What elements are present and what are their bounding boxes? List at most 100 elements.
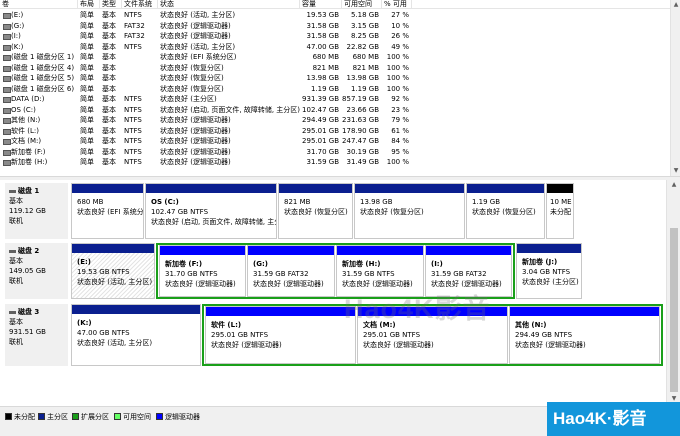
cell-status: 状态良好 (恢复分区) [160, 63, 224, 72]
table-row[interactable]: (I:) 简单 基本 FAT32 状态良好 (逻辑驱动器) 31.58 GB 8.25 GB… [0, 31, 670, 42]
unallocated-bar [547, 184, 573, 193]
partition-status: 状态良好 (恢复分区) [284, 208, 348, 216]
cell-capacity: 931.39 GB [302, 95, 339, 103]
col-header-filesystem[interactable]: 文件系统 [122, 0, 158, 9]
legend-swatch [114, 413, 121, 420]
col-header-volume[interactable]: 卷 [0, 0, 78, 9]
table-row[interactable] [0, 168, 670, 177]
partition-j[interactable]: 新加卷 (J:) 3.04 GB NTFS 状态良好 (主分区) [516, 243, 582, 299]
cell-pct: 100 % [386, 63, 409, 72]
partition-recovery-4[interactable]: 821 MB 状态良好 (恢复分区) [278, 183, 353, 239]
table-row[interactable]: 文档 (M:) 简单 基本 NTFS 状态良好 (逻辑驱动器) 295.01 GB 247.… [0, 136, 670, 147]
cell-pct: 26 % [391, 32, 409, 40]
partition-c[interactable]: OS (C:) 102.47 GB NTFS 状态良好 (启动, 页面文件, 故障转… [145, 183, 277, 239]
disk-view-scrollbar[interactable]: ▲ ▼ [666, 180, 680, 406]
table-row[interactable]: 新加卷 (H:) 简单 基本 NTFS 状态良好 (逻辑驱动器) 31.59 GB 31.4… [0, 157, 670, 168]
partition-k[interactable]: (K:) 47.00 GB NTFS 状态良好 (活动, 主分区) [71, 304, 201, 366]
partition-status: 状态良好 (逻辑驱动器) [211, 341, 282, 349]
cell-status: 状态良好 (逻辑驱动器) [160, 116, 231, 124]
cell-vol: (磁盘 1 磁盘分区 5) [0, 73, 78, 84]
partition-l[interactable]: 软件 (L:) 295.01 GB NTFS 状态良好 (逻辑驱动器) [205, 306, 356, 364]
cell-pct: 100 % [386, 84, 409, 93]
cell-layout: 简单 [80, 95, 94, 103]
cell-free: 5.18 GB [350, 11, 379, 19]
disk-3-type: 基本 [9, 318, 23, 326]
disk-graphical-view: 磁盘 1 基本 119.12 GB 联机 680 MB 状态良好 (EFI 系统分… [0, 180, 666, 406]
table-row[interactable]: (K:) 简单 基本 NTFS 状态良好 (活动, 主分区) 47.00 GB 22.82 … [0, 42, 670, 53]
partition-f[interactable]: 新加卷 (F:) 31.70 GB NTFS 状态良好 (逻辑驱动器) [159, 245, 246, 297]
disk-3-name: 磁盘 3 [9, 307, 68, 317]
cell-type: 基本 [102, 126, 116, 135]
cell-status: 状态良好 (恢复分区) [160, 74, 224, 82]
table-row[interactable]: (磁盘 1 磁盘分区 4) 简单 基本 状态良好 (恢复分区) 821 MB 821 MB… [0, 63, 670, 74]
primary-bar [467, 184, 544, 193]
primary-bar [146, 184, 276, 193]
cell-free: 231.63 GB [342, 116, 379, 124]
cell-vol: 其他 (N:) [0, 115, 78, 126]
col-header-type[interactable]: 类型 [100, 0, 122, 9]
disk-3-size: 931.51 GB [9, 328, 46, 336]
scrollbar-thumb[interactable] [670, 228, 678, 392]
table-row[interactable]: DATA (D:) 简单 基本 NTFS 状态良好 (主分区) 931.39 GB 857.… [0, 94, 670, 105]
primary-bar [72, 305, 200, 314]
cell-type: 基本 [102, 53, 116, 61]
volume-list-header: 卷 布局 类型 文件系统 状态 容量 可用空间 % 可用 [0, 0, 670, 9]
scroll-up-arrow-icon[interactable]: ▲ [669, 180, 679, 190]
cell-fs: NTFS [124, 105, 142, 114]
partition-size: 19.53 GB NTFS [77, 268, 130, 276]
cell-capacity: 31.70 GB [306, 147, 340, 156]
partition-name: (E:) [77, 258, 91, 266]
table-row[interactable]: OS (C:) 简单 基本 NTFS 状态良好 (启动, 页面文件, 故障转储, 主分区… [0, 105, 670, 116]
table-row[interactable]: 新加卷 (F:) 简单 基本 NTFS 状态良好 (逻辑驱动器) 31.70 GB 30.1… [0, 147, 670, 158]
partition-name: OS (C:) [151, 198, 179, 206]
cell-capacity: 13.98 GB [306, 74, 340, 82]
cell-status: 状态良好 (恢复分区) [160, 84, 224, 93]
cell-type: 基本 [102, 21, 116, 30]
scroll-down-arrow-icon[interactable]: ▼ [671, 166, 680, 176]
disk-1-label[interactable]: 磁盘 1 基本 119.12 GB 联机 [5, 183, 68, 239]
scroll-up-arrow-icon[interactable]: ▲ [671, 0, 680, 10]
cell-fs [124, 84, 158, 95]
partition-efi[interactable]: 680 MB 状态良好 (EFI 系统分区) [71, 183, 144, 239]
cell-status: 状态良好 (主分区) [160, 95, 217, 103]
disk-3-label[interactable]: 磁盘 3 基本 931.51 GB 联机 [5, 304, 68, 366]
partition-status: 状态良好 (恢复分区) [360, 208, 424, 216]
col-header-layout[interactable]: 布局 [78, 0, 100, 9]
volume-list-scrollbar[interactable]: ▲ ▼ [670, 0, 680, 176]
table-row[interactable]: 其他 (N:) 简单 基本 NTFS 状态良好 (逻辑驱动器) 294.49 GB 231.… [0, 115, 670, 126]
partition-unallocated[interactable]: 10 ME 未分配 [546, 183, 574, 239]
partition-name: (I:) [431, 260, 443, 268]
table-row[interactable]: (E:) 简单 基本 NTFS 状态良好 (活动, 主分区) 19.53 GB 5.18 G… [0, 10, 670, 21]
partition-name: (K:) [77, 319, 92, 327]
partition-name: 新加卷 (J:) [522, 258, 558, 266]
cell-free: 23.66 GB [346, 105, 380, 114]
table-row[interactable]: 软件 (L:) 简单 基本 NTFS 状态良好 (逻辑驱动器) 295.01 GB 178.… [0, 126, 670, 137]
table-row[interactable]: (磁盘 1 磁盘分区 5) 简单 基本 状态良好 (恢复分区) 13.98 GB 13.9… [0, 73, 670, 84]
table-row[interactable]: (G:) 简单 基本 FAT32 状态良好 (逻辑驱动器) 31.58 GB 3.15 GB… [0, 21, 670, 32]
col-header-status[interactable]: 状态 [158, 0, 300, 9]
cell-vol: (K:) [0, 42, 78, 53]
col-header-free[interactable]: 可用空间 [342, 0, 382, 9]
logical-bar [160, 246, 245, 255]
partition-n[interactable]: 其他 (N:) 294.49 GB NTFS 状态良好 (逻辑驱动器) [509, 306, 660, 364]
logical-bar [337, 246, 423, 255]
cell-layout: 简单 [80, 32, 94, 40]
cell-type: 基本 [102, 116, 116, 124]
partition-recovery-5[interactable]: 13.98 GB 状态良好 (恢复分区) [354, 183, 465, 239]
table-row[interactable]: (磁盘 1 磁盘分区 6) 简单 基本 状态良好 (恢复分区) 1.19 GB 1.19 … [0, 84, 670, 95]
partition-recovery-6[interactable]: 1.19 GB 状态良好 (恢复分区) [466, 183, 545, 239]
disk-2-label[interactable]: 磁盘 2 基本 149.05 GB 联机 [5, 243, 68, 299]
cell-free: 821 MB [352, 63, 379, 72]
partition-e[interactable]: (E:) 19.53 GB NTFS 状态良好 (活动, 主分区) [71, 243, 155, 299]
partition-status: 状态良好 (EFI 系统分区) [77, 208, 143, 216]
col-header-capacity[interactable]: 容量 [300, 0, 342, 9]
col-header-percent-free[interactable]: % 可用 [382, 0, 412, 9]
cell-pct: 100 % [386, 53, 409, 61]
cell-vol: 新加卷 (H:) [0, 157, 78, 168]
table-row[interactable]: (磁盘 1 磁盘分区 1) 简单 基本 状态良好 (EFI 系统分区) 680 MB 68… [0, 52, 670, 63]
cell-capacity: 295.01 GB [302, 137, 339, 145]
cell-pct: 95 % [391, 147, 409, 156]
cell-pct: 27 % [391, 11, 409, 19]
disk-3-row: 磁盘 3 基本 931.51 GB 联机 (K:) 47.00 GB NTFS 状态… [5, 304, 663, 366]
partition-g[interactable]: (G:) 31.59 GB FAT32 状态良好 (逻辑驱动器) [247, 245, 335, 297]
